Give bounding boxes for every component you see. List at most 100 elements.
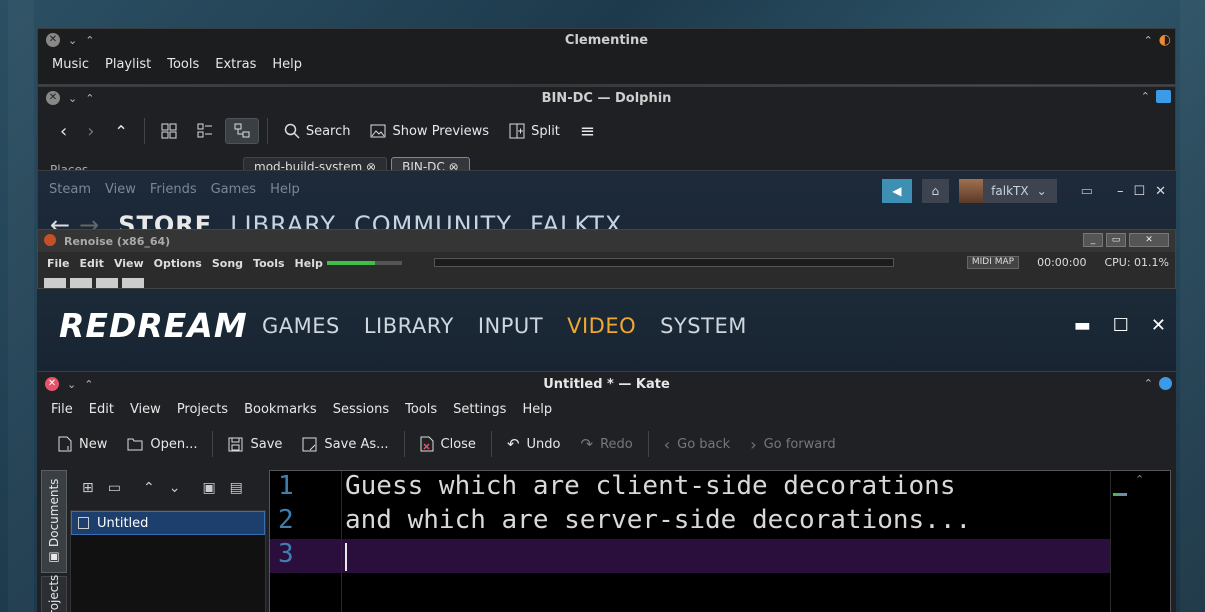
new-file-icon[interactable]: ⊞ [82, 480, 94, 496]
menu-friends[interactable]: Friends [150, 182, 197, 197]
loop-button[interactable] [70, 278, 92, 288]
announcements-button[interactable]: ◀ [882, 179, 912, 203]
split-button[interactable]: Split [501, 119, 568, 143]
chevron-down-icon[interactable]: ⌄ [68, 34, 77, 47]
close-icon[interactable]: ⊗ [449, 160, 459, 170]
minimize-icon[interactable]: – [1117, 184, 1124, 199]
nav-profile[interactable]: FALKTX [530, 211, 622, 229]
menu-help[interactable]: Help [290, 257, 328, 270]
close-icon[interactable]: ✕ [46, 33, 60, 47]
save-as-button[interactable]: Save As... [293, 433, 397, 456]
nav-library[interactable]: LIBRARY [364, 314, 454, 338]
up-button[interactable]: ⌃ [106, 118, 135, 145]
tab-projects[interactable]: Projects [41, 575, 67, 612]
chevron-down-icon[interactable]: ⌄ [169, 480, 181, 496]
midi-map-button[interactable]: MIDI MAP [966, 256, 1020, 269]
menu-bookmarks[interactable]: Bookmarks [236, 402, 325, 417]
nav-video[interactable]: VIDEO [567, 314, 636, 338]
close-icon[interactable]: ✕ [1129, 233, 1169, 247]
menu-settings[interactable]: Settings [445, 402, 514, 417]
menu-view[interactable]: View [105, 182, 136, 197]
go-back-button[interactable]: ‹ Go back [655, 431, 739, 458]
close-button[interactable]: Close [411, 432, 485, 456]
text-editor[interactable]: 1 2 3 Guess which are client-side decora… [269, 470, 1171, 612]
forward-button[interactable]: › [79, 117, 102, 146]
dolphin-titlebar[interactable]: ✕ ⌄ ⌃ BIN-DC — Dolphin ⌃ [38, 87, 1175, 109]
menu-edit[interactable]: Edit [81, 402, 122, 417]
close-icon[interactable]: ✕ [1151, 315, 1166, 336]
list-item[interactable]: Untitled [71, 511, 265, 535]
kate-titlebar[interactable]: ✕ ⌄ ⌃ Untitled * — Kate ⌃ [37, 372, 1176, 396]
close-icon[interactable]: ✕ [45, 377, 59, 391]
menu-playlist[interactable]: Playlist [97, 57, 159, 72]
chevron-up-icon[interactable]: ⌃ [84, 378, 93, 391]
compact-view-button[interactable] [189, 119, 221, 143]
save-icon[interactable]: ▣ [202, 480, 215, 496]
nav-input[interactable]: INPUT [478, 314, 543, 338]
minimap-scrollbar[interactable]: ⌃ [1110, 471, 1170, 612]
nav-system[interactable]: SYSTEM [660, 314, 747, 338]
minimize-icon[interactable]: _ [1083, 233, 1103, 247]
menu-edit[interactable]: Edit [75, 257, 109, 270]
renoise-titlebar[interactable]: Renoise (x86_64) [38, 230, 1175, 252]
details-view-button[interactable] [224, 118, 259, 144]
clementine-titlebar[interactable]: ✕ ⌄ ⌃ Clementine ⌃ ◐ [38, 29, 1175, 51]
tab-bin-dc[interactable]: BIN-DC ⊗ [391, 157, 470, 170]
close-icon[interactable]: ⊗ [366, 160, 376, 170]
chevron-up-icon[interactable]: ⌃ [85, 34, 94, 47]
stop-button[interactable] [96, 278, 118, 288]
close-icon[interactable]: ✕ [46, 91, 60, 105]
save-button[interactable]: Save [219, 433, 291, 456]
forward-arrow-icon[interactable]: → [79, 211, 100, 229]
nav-library[interactable]: LIBRARY [230, 211, 336, 229]
menu-extras[interactable]: Extras [207, 57, 264, 72]
menu-help[interactable]: Help [514, 402, 560, 417]
show-previews-button[interactable]: Show Previews [362, 119, 497, 143]
maximize-icon[interactable]: ▭ [1106, 233, 1126, 247]
code-line[interactable]: and which are server-side decorations... [345, 505, 971, 535]
big-picture-icon[interactable]: ▭ [1081, 184, 1093, 199]
menu-view[interactable]: View [122, 402, 169, 417]
menu-view[interactable]: View [109, 257, 149, 270]
menu-tools[interactable]: Tools [397, 402, 445, 417]
chevron-down-icon[interactable]: ⌄ [67, 378, 76, 391]
back-arrow-icon[interactable]: ← [50, 211, 71, 229]
account-menu[interactable]: falkTX ⌄ [959, 179, 1057, 203]
menu-steam[interactable]: Steam [49, 182, 91, 197]
menu-tools[interactable]: Tools [159, 57, 207, 72]
chevron-up-icon[interactable]: ⌃ [143, 480, 155, 496]
hamburger-menu-icon[interactable]: ≡ [572, 117, 603, 146]
menu-options[interactable]: Options [149, 257, 207, 270]
master-volume-slider[interactable] [327, 261, 402, 265]
keep-above-icon[interactable]: ⌃ [1141, 90, 1150, 103]
save-as-icon[interactable]: ▤ [230, 480, 243, 496]
icons-view-button[interactable] [153, 119, 185, 143]
menu-music[interactable]: Music [44, 57, 97, 72]
chevron-up-icon[interactable]: ⌃ [1135, 473, 1144, 486]
redo-button[interactable]: ↷ Redo [571, 431, 641, 457]
nav-store[interactable]: STORE [118, 211, 212, 229]
menu-projects[interactable]: Projects [169, 402, 236, 417]
open-button[interactable]: Open... [118, 433, 206, 456]
nav-community[interactable]: COMMUNITY [354, 211, 512, 229]
chevron-up-icon[interactable]: ⌃ [85, 92, 94, 105]
close-icon[interactable]: ✕ [1155, 184, 1166, 199]
code-line[interactable]: Guess which are client-side decorations [345, 471, 955, 501]
menu-file[interactable]: File [43, 402, 81, 417]
menu-tools[interactable]: Tools [248, 257, 289, 270]
tab-documents[interactable]: ▣ Documents [41, 470, 67, 573]
record-button[interactable] [122, 278, 144, 288]
menu-file[interactable]: File [42, 257, 75, 270]
menu-help[interactable]: Help [264, 57, 310, 72]
chevron-down-icon[interactable]: ⌄ [68, 92, 77, 105]
notifications-button[interactable]: ⌂ [921, 179, 950, 203]
new-button[interactable]: New [49, 432, 116, 456]
menu-song[interactable]: Song [207, 257, 248, 270]
menu-games[interactable]: Games [211, 182, 256, 197]
keep-above-icon[interactable]: ⌃ [1144, 377, 1153, 390]
minimize-icon[interactable]: ▬ [1074, 315, 1091, 336]
maximize-icon[interactable]: ☐ [1133, 184, 1145, 199]
play-button[interactable] [44, 278, 66, 288]
back-button[interactable]: ‹ [52, 117, 75, 146]
tab-mod-build-system[interactable]: mod-build-system ⊗ [243, 157, 388, 170]
